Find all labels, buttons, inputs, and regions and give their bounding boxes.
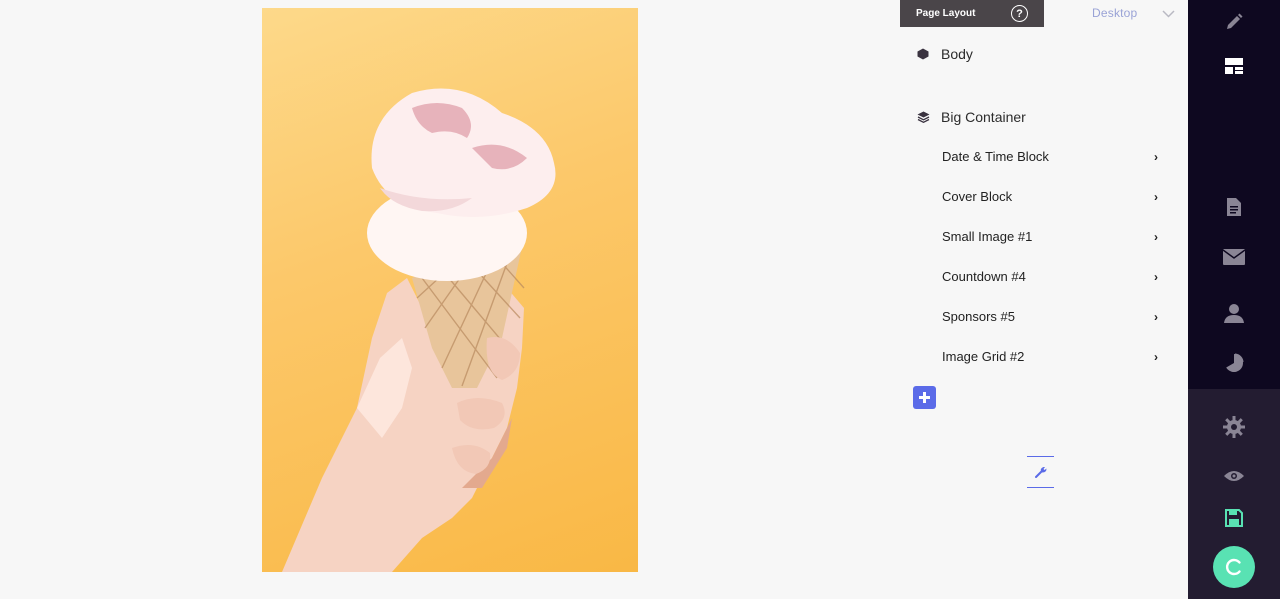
chevron-right-icon: › [1154, 269, 1158, 284]
user-icon[interactable] [1222, 301, 1246, 325]
layout-panel: Page Layout ? Desktop Body Big Container… [900, 0, 1188, 599]
chevron-right-icon: › [1154, 349, 1158, 364]
chevron-right-icon: › [1154, 229, 1158, 244]
ice-cream-illustration [282, 88, 556, 572]
block-label: Cover Block [942, 189, 1013, 204]
block-label: Small Image #1 [942, 229, 1033, 244]
tree-item-label: Body [941, 46, 973, 62]
document-icon[interactable] [1222, 195, 1246, 219]
mail-icon[interactable] [1222, 245, 1246, 269]
block-label: Date & Time Block [942, 149, 1049, 164]
block-item[interactable]: Cover Block › [942, 189, 1158, 204]
save-icon[interactable] [1222, 506, 1246, 530]
plus-icon [919, 392, 930, 403]
pencil-icon[interactable] [1222, 10, 1246, 34]
block-item[interactable]: Small Image #1 › [942, 229, 1158, 244]
block-label: Countdown #4 [942, 269, 1026, 284]
tab-page-layout[interactable]: Page Layout ? [900, 0, 1044, 27]
tree-item-big-container[interactable]: Big Container [916, 109, 1026, 125]
gear-icon[interactable] [1222, 415, 1246, 439]
launch-button[interactable] [1213, 546, 1255, 588]
add-block-button[interactable] [913, 386, 936, 409]
pie-chart-icon[interactable] [1222, 351, 1246, 375]
refresh-icon [1225, 558, 1241, 576]
block-item[interactable]: Image Grid #2 › [942, 349, 1158, 364]
eye-icon[interactable] [1222, 464, 1246, 488]
block-label: Sponsors #5 [942, 309, 1015, 324]
cube-icon [916, 47, 930, 61]
app-sidebar [1188, 0, 1280, 599]
block-item[interactable]: Countdown #4 › [942, 269, 1158, 284]
chevron-right-icon: › [1154, 309, 1158, 324]
tree-item-body[interactable]: Body [916, 46, 973, 62]
tree-item-label: Big Container [941, 109, 1026, 125]
layers-icon [916, 110, 930, 124]
block-label: Image Grid #2 [942, 349, 1025, 364]
wrench-icon [1034, 467, 1046, 478]
help-icon[interactable]: ? [1011, 5, 1028, 22]
block-item[interactable]: Sponsors #5 › [942, 309, 1158, 324]
layout-icon[interactable] [1222, 54, 1246, 78]
sidebar-footer [1188, 389, 1280, 599]
block-item[interactable]: Date & Time Block › [942, 149, 1158, 164]
device-selector[interactable]: Desktop [1092, 6, 1137, 20]
chevron-right-icon: › [1154, 149, 1158, 164]
settings-tool-button[interactable] [1027, 456, 1054, 488]
preview-image [262, 8, 638, 572]
chevron-right-icon: › [1154, 189, 1158, 204]
chevron-down-icon[interactable] [1162, 6, 1175, 21]
tab-title: Page Layout [916, 8, 976, 19]
